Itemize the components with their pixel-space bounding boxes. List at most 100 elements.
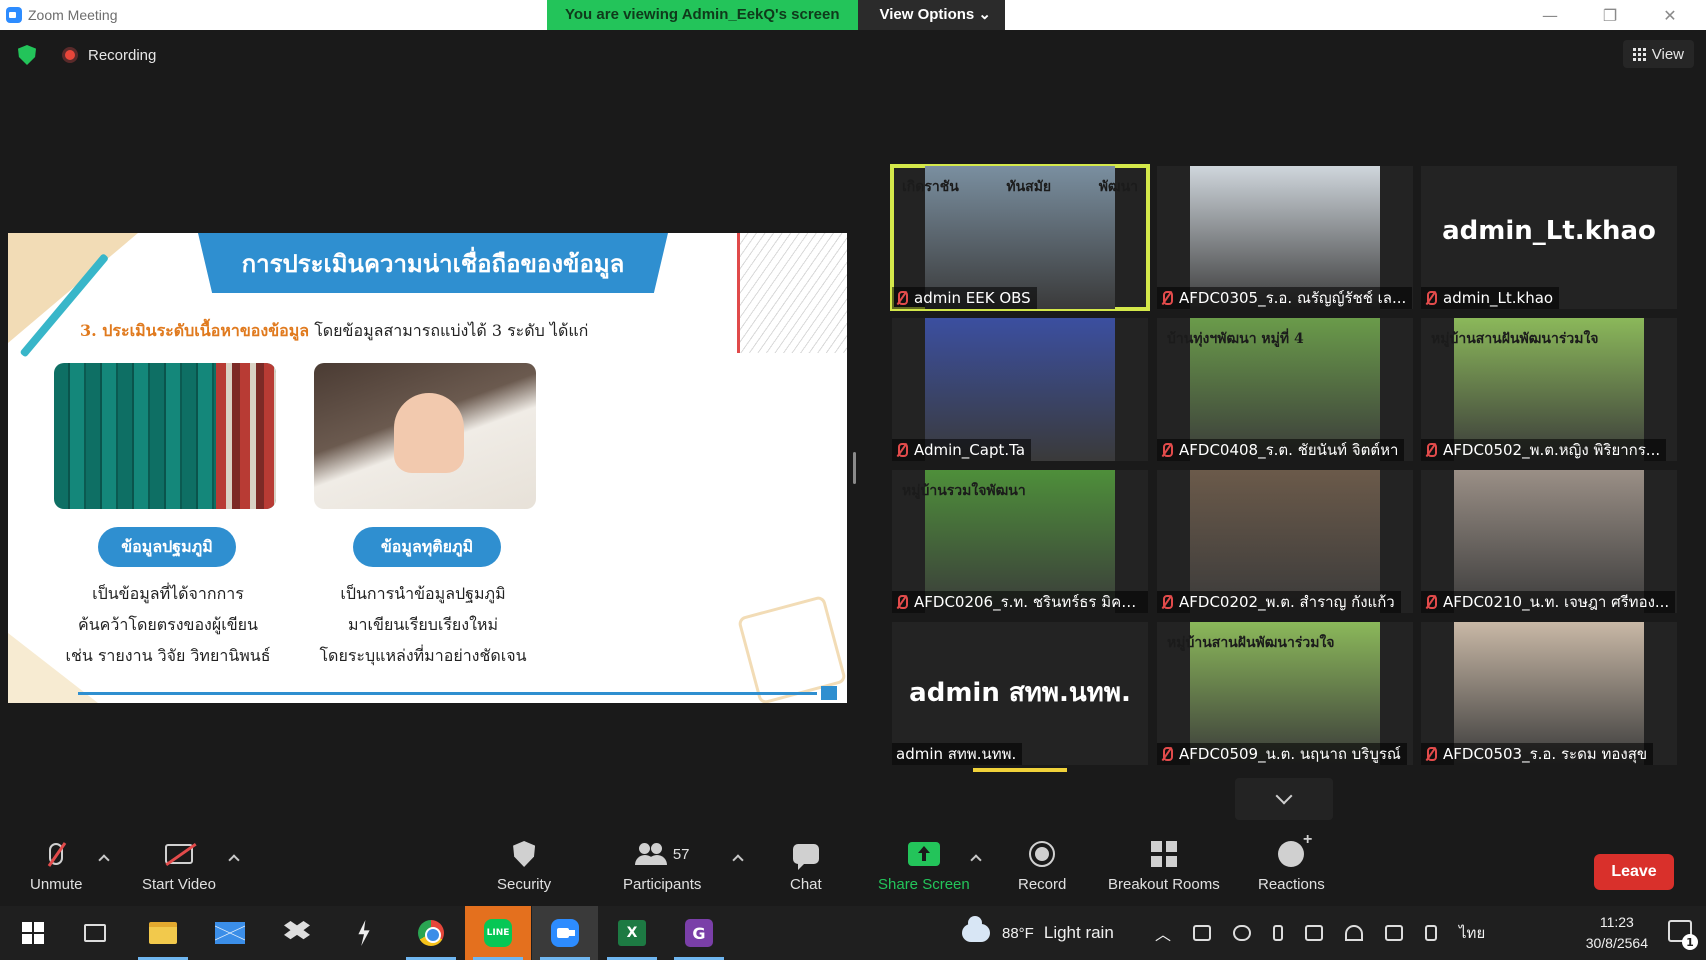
participant-name: Admin_Capt.Ta bbox=[914, 441, 1026, 459]
lightning-app-icon bbox=[358, 920, 370, 946]
video-tile[interactable]: หมู่บ้านสานฝันพัฒนาร่วมใจ AFDC0502_พ.ต.หญ… bbox=[1421, 318, 1677, 461]
video-tile[interactable]: AFDC0202_พ.ต. สำราญ กังแก้ว bbox=[1157, 470, 1413, 613]
rain-cloud-icon bbox=[962, 916, 990, 942]
video-tile[interactable]: หมู่บ้านสานฝันพัฒนาร่วมใจ AFDC0509_น.ต. น… bbox=[1157, 622, 1413, 765]
encryption-shield-icon[interactable] bbox=[18, 45, 36, 65]
participant-name-label: AFDC0202_พ.ต. สำราญ กังแก้ว bbox=[1157, 591, 1401, 613]
mic-muted-icon bbox=[896, 595, 908, 609]
share-screen-button[interactable]: Share Screen bbox=[878, 838, 970, 893]
usb-icon[interactable] bbox=[1273, 925, 1284, 941]
participant-name-label: AFDC0305_ร.อ. ณรัญญ์รัชช์ เล... bbox=[1157, 287, 1413, 309]
zoom-icon bbox=[551, 919, 579, 947]
share-screen-icon bbox=[907, 842, 940, 866]
participant-name: AFDC0502_พ.ต.หญิง พิริยากร... bbox=[1443, 441, 1661, 459]
mic-muted-icon bbox=[1161, 443, 1173, 457]
video-tile[interactable]: admin_Lt.khao admin_Lt.khao bbox=[1421, 166, 1677, 309]
taskbar-dropbox[interactable] bbox=[264, 906, 330, 960]
participant-name: admin สทพ.นทพ. bbox=[896, 745, 1017, 763]
slide-subtitle: 3. ประเมินระดับเนื้อหาของข้อมูล โดยข้อมู… bbox=[80, 319, 588, 344]
wifi-icon[interactable] bbox=[1345, 925, 1364, 941]
reactions-button[interactable]: Reactions bbox=[1258, 831, 1325, 893]
share-screen-label: Share Screen bbox=[878, 876, 970, 893]
video-tile[interactable]: AFDC0305_ร.อ. ณรัญญ์รัชช์ เล... bbox=[1157, 166, 1413, 309]
view-options-button[interactable]: View Options ⌄ bbox=[857, 0, 1005, 30]
taskbar-excel[interactable]: X bbox=[599, 906, 665, 960]
participant-name-label: admin EEK OBS bbox=[892, 287, 1037, 309]
video-tile[interactable]: AFDC0210_น.ท. เจษฎา ศรีทอง... bbox=[1421, 470, 1677, 613]
unmute-label: Unmute bbox=[30, 876, 83, 893]
video-options-caret[interactable] bbox=[228, 854, 240, 866]
start-video-button[interactable]: Start Video bbox=[142, 838, 216, 893]
reactions-label: Reactions bbox=[1258, 876, 1325, 893]
battery-icon[interactable] bbox=[1305, 925, 1324, 941]
unmute-button[interactable]: Unmute bbox=[30, 838, 83, 893]
breakout-rooms-icon bbox=[1150, 841, 1177, 867]
video-tile[interactable]: Admin_Capt.Ta bbox=[892, 318, 1148, 461]
start-button[interactable] bbox=[0, 906, 66, 960]
taskbar-zoom[interactable] bbox=[532, 906, 598, 960]
virtual-background-banner: หมู่บ้านสานฝันพัฒนาร่วมใจ bbox=[1431, 328, 1667, 350]
onedrive-icon[interactable] bbox=[1233, 925, 1252, 941]
taskbar-file-explorer[interactable] bbox=[130, 906, 196, 960]
participants-button[interactable]: 57 Participants bbox=[623, 838, 701, 893]
windows-taskbar: LINE X G 88°F Light rain ︿ ไทย 11:23 30/… bbox=[0, 906, 1706, 960]
participant-name: admin EEK OBS bbox=[914, 289, 1031, 307]
chrome-icon bbox=[418, 920, 444, 946]
audio-options-caret[interactable] bbox=[98, 854, 110, 866]
taskbar-chrome[interactable] bbox=[398, 906, 464, 960]
record-icon bbox=[1029, 841, 1056, 867]
taskbar-line[interactable]: LINE bbox=[465, 906, 531, 960]
slide-footer-line bbox=[78, 692, 817, 695]
desc-line: เป็นการนำข้อมูลปฐมภูมิ bbox=[340, 584, 506, 603]
participants-options-caret[interactable] bbox=[732, 854, 744, 866]
taskbar-mail[interactable] bbox=[197, 906, 263, 960]
participant-name: AFDC0202_พ.ต. สำราญ กังแก้ว bbox=[1179, 593, 1395, 611]
taskbar-pdf-app[interactable]: G bbox=[666, 906, 732, 960]
banner-text: หมู่บ้านรวมใจพัฒนา bbox=[902, 483, 1026, 499]
restore-button[interactable]: ❐ bbox=[1580, 0, 1640, 30]
video-tile[interactable]: บ้านทุ่งฯพัฒนา หมู่ที่ 4 AFDC0408_ร.ต. ชั… bbox=[1157, 318, 1413, 461]
desc-line: ค้นคว้าโดยตรงของผู้เขียน bbox=[78, 615, 258, 634]
taskbar-app[interactable] bbox=[331, 906, 397, 960]
banner-text: หมู่บ้านสานฝันพัฒนาร่วมใจ bbox=[1431, 331, 1599, 347]
shared-screen[interactable]: การประเมินความน่าเชื่อถือของข้อมูล 3. ปร… bbox=[8, 233, 847, 703]
tray-app-icon[interactable] bbox=[1193, 925, 1212, 941]
video-tile[interactable]: หมู่บ้านรวมใจพัฒนา AFDC0206_ร.ท. ชรินทร์ธ… bbox=[892, 470, 1148, 613]
view-layout-button[interactable]: View bbox=[1622, 40, 1694, 68]
video-tile[interactable]: admin สทพ.นทพ. admin สทพ.นทพ. bbox=[892, 622, 1148, 765]
mic-muted-icon bbox=[1161, 291, 1173, 305]
language-indicator[interactable]: ไทย bbox=[1459, 921, 1485, 945]
participant-name: AFDC0509_น.ต. นฤนาถ บริบูรณ์ bbox=[1179, 745, 1401, 763]
banner-text: พัฒนา bbox=[1098, 179, 1138, 195]
chat-button[interactable]: Chat bbox=[790, 838, 822, 893]
participant-name-label: AFDC0503_ร.อ. ระดม ทองสุข bbox=[1421, 743, 1654, 765]
mail-icon bbox=[215, 922, 245, 944]
taskbar-clock[interactable]: 11:23 30/8/2564 bbox=[1586, 912, 1648, 954]
video-tile[interactable]: เกิดราชัน ทันสมัย พัฒนา admin EEK OBS bbox=[890, 164, 1150, 311]
minimize-button[interactable]: — bbox=[1520, 0, 1580, 30]
task-view-button[interactable] bbox=[62, 906, 128, 960]
record-button[interactable]: Record bbox=[1018, 838, 1066, 893]
video-tile[interactable]: AFDC0503_ร.อ. ระดม ทองสุข bbox=[1421, 622, 1677, 765]
participant-name-label: AFDC0408_ร.ต. ชัยนันท์ จิตต์หา bbox=[1157, 439, 1405, 461]
mic-muted-icon bbox=[1425, 595, 1437, 609]
participant-name-label: AFDC0206_ร.ท. ชรินทร์ธร มิคร... bbox=[892, 591, 1148, 613]
viewing-banner: You are viewing Admin_EekQ's screen View… bbox=[547, 0, 1005, 30]
pen-icon[interactable] bbox=[1425, 925, 1438, 941]
notebook-illustration bbox=[737, 233, 847, 353]
split-view-handle[interactable] bbox=[853, 452, 856, 484]
weather-widget[interactable]: 88°F Light rain bbox=[962, 906, 1114, 960]
gallery-next-page-button[interactable] bbox=[1235, 778, 1333, 820]
line-icon: LINE bbox=[484, 919, 512, 947]
volume-icon[interactable] bbox=[1385, 925, 1404, 941]
participant-name: admin_Lt.khao bbox=[1443, 289, 1554, 307]
participant-name-label: admin_Lt.khao bbox=[1421, 287, 1560, 309]
folder-icon bbox=[149, 922, 177, 944]
leave-button[interactable]: Leave bbox=[1594, 854, 1674, 890]
clock-date: 30/8/2564 bbox=[1585, 935, 1648, 951]
share-options-caret[interactable] bbox=[970, 854, 982, 866]
breakout-rooms-button[interactable]: Breakout Rooms bbox=[1108, 838, 1220, 893]
chevron-up-icon[interactable]: ︿ bbox=[1155, 921, 1171, 945]
security-button[interactable]: Security bbox=[497, 838, 551, 893]
close-button[interactable]: ✕ bbox=[1640, 0, 1700, 30]
